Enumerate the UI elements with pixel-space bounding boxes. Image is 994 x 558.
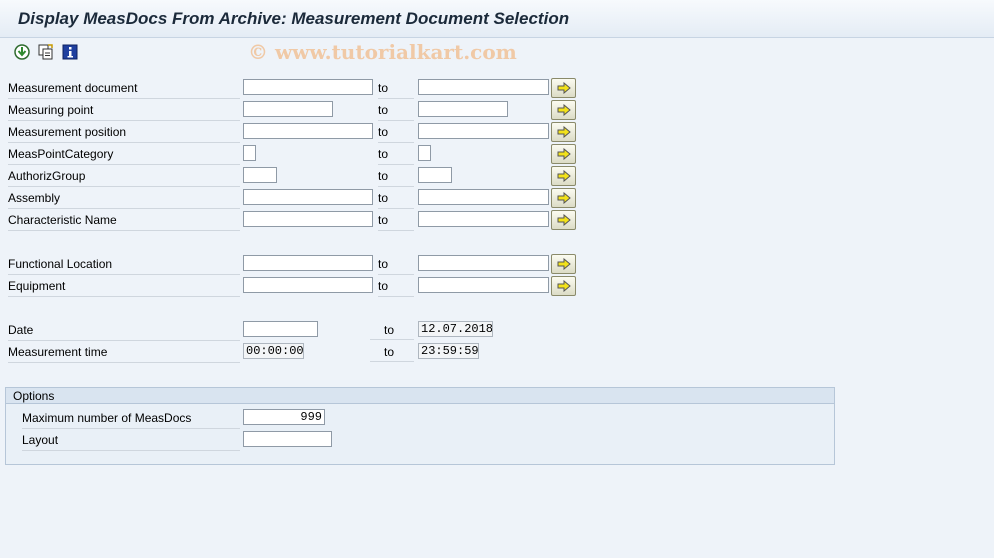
- measurement-document-to-input[interactable]: [418, 79, 549, 95]
- get-variant-icon[interactable]: [37, 43, 55, 61]
- arrow-right-icon: [557, 104, 571, 116]
- measuring-point-to-input[interactable]: [418, 101, 508, 117]
- to-label: to: [370, 321, 414, 340]
- arrow-right-icon: [557, 192, 571, 204]
- arrow-right-icon: [557, 126, 571, 138]
- functional-location-to-input[interactable]: [418, 255, 549, 271]
- to-label: to: [378, 123, 414, 143]
- options-group-title: Options: [6, 388, 834, 404]
- layout-input[interactable]: [243, 431, 332, 447]
- to-label: to: [378, 167, 414, 187]
- multiple-selection-button[interactable]: [551, 122, 576, 142]
- meas-point-category-to-input[interactable]: [418, 145, 431, 161]
- arrow-right-icon: [557, 214, 571, 226]
- measuring-point-label: Measuring point: [8, 101, 240, 121]
- functional-location-from-input[interactable]: [243, 255, 373, 271]
- multiple-selection-button[interactable]: [551, 210, 576, 230]
- characteristic-name-from-input[interactable]: [243, 211, 373, 227]
- title-bar: Display MeasDocs From Archive: Measureme…: [0, 0, 994, 38]
- application-toolbar: © www.tutorialkart.com: [0, 38, 994, 68]
- measurement-position-to-input[interactable]: [418, 123, 549, 139]
- arrow-right-icon: [557, 280, 571, 292]
- arrow-right-icon: [557, 148, 571, 160]
- page-title: Display MeasDocs From Archive: Measureme…: [18, 9, 570, 28]
- equipment-to-input[interactable]: [418, 277, 549, 293]
- program-info-icon[interactable]: [61, 43, 79, 61]
- measurement-position-label: Measurement position: [8, 123, 240, 143]
- multiple-selection-button[interactable]: [551, 78, 576, 98]
- to-label: to: [378, 145, 414, 165]
- equipment-label: Equipment: [8, 277, 240, 297]
- multiple-selection-button[interactable]: [551, 188, 576, 208]
- to-label: to: [370, 343, 414, 362]
- multiple-selection-button[interactable]: [551, 166, 576, 186]
- arrow-right-icon: [557, 82, 571, 94]
- assembly-label: Assembly: [8, 189, 240, 209]
- measurement-document-from-input[interactable]: [243, 79, 373, 95]
- to-label: to: [378, 255, 414, 275]
- authoriz-group-label: AuthorizGroup: [8, 167, 240, 187]
- date-to-input[interactable]: 12.07.2018: [418, 321, 493, 337]
- assembly-to-input[interactable]: [418, 189, 549, 205]
- assembly-from-input[interactable]: [243, 189, 373, 205]
- arrow-right-icon: [557, 170, 571, 182]
- to-label: to: [378, 79, 414, 99]
- execute-icon[interactable]: [13, 43, 31, 61]
- measurement-time-label: Measurement time: [8, 343, 240, 363]
- measurement-time-from-input[interactable]: 00:00:00: [243, 343, 304, 359]
- multiple-selection-button[interactable]: [551, 144, 576, 164]
- characteristic-name-to-input[interactable]: [418, 211, 549, 227]
- equipment-from-input[interactable]: [243, 277, 373, 293]
- date-from-input[interactable]: [243, 321, 318, 337]
- measurement-time-to-input[interactable]: 23:59:59: [418, 343, 479, 359]
- meas-point-category-label: MeasPointCategory: [8, 145, 240, 165]
- watermark: © www.tutorialkart.com: [248, 40, 517, 64]
- measurement-document-label: Measurement document: [8, 79, 240, 99]
- layout-label: Layout: [22, 431, 240, 451]
- to-label: to: [378, 211, 414, 231]
- max-measdocs-label: Maximum number of MeasDocs: [22, 409, 240, 429]
- authoriz-group-to-input[interactable]: [418, 167, 452, 183]
- to-label: to: [378, 277, 414, 297]
- arrow-right-icon: [557, 258, 571, 270]
- to-label: to: [378, 101, 414, 121]
- authoriz-group-from-input[interactable]: [243, 167, 277, 183]
- measuring-point-from-input[interactable]: [243, 101, 333, 117]
- functional-location-label: Functional Location: [8, 255, 240, 275]
- date-label: Date: [8, 321, 240, 341]
- max-measdocs-input[interactable]: 999: [243, 409, 325, 425]
- multiple-selection-button[interactable]: [551, 276, 576, 296]
- measurement-position-from-input[interactable]: [243, 123, 373, 139]
- characteristic-name-label: Characteristic Name: [8, 211, 240, 231]
- multiple-selection-button[interactable]: [551, 254, 576, 274]
- to-label: to: [378, 189, 414, 209]
- multiple-selection-button[interactable]: [551, 100, 576, 120]
- meas-point-category-from-input[interactable]: [243, 145, 256, 161]
